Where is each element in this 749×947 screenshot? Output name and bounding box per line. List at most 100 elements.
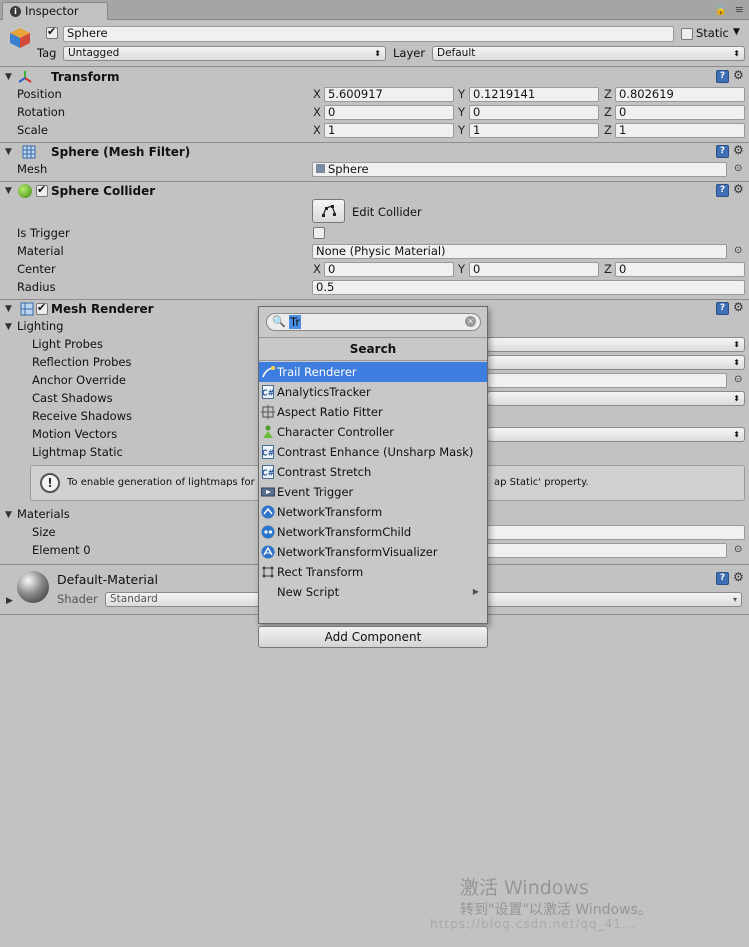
mesh-renderer-enabled-checkbox[interactable] xyxy=(36,301,48,315)
scale-y-field[interactable]: 1 xyxy=(469,123,599,138)
axis-y-label: Y xyxy=(458,123,466,137)
static-checkbox[interactable] xyxy=(681,28,693,40)
lock-icon[interactable]: 🔒 xyxy=(715,5,727,16)
list-item-character-controller[interactable]: Character Controller xyxy=(259,422,487,442)
item-label: Trail Renderer xyxy=(277,365,357,379)
motion-vectors-dropdown[interactable]: ⬍ xyxy=(487,427,745,442)
edit-collider-label: Edit Collider xyxy=(352,205,422,219)
list-item-aspect-ratio-fitter[interactable]: Aspect Ratio Fitter xyxy=(259,402,487,422)
mesh-field[interactable]: Sphere xyxy=(312,162,727,177)
position-x-field[interactable]: 5.600917 xyxy=(324,87,454,102)
physic-material-field[interactable]: None (Physic Material) xyxy=(312,244,727,259)
item-label: Contrast Stretch xyxy=(277,465,372,479)
updown-icon: ⬍ xyxy=(733,394,740,403)
title-bar: i Inspector 🔒 ≡ xyxy=(0,0,749,20)
light-probes-dropdown[interactable]: ⬍ xyxy=(487,337,745,352)
object-header: Sphere Static ▼ Tag Untagged ⬍ Layer Defa… xyxy=(0,21,749,67)
scale-x-field[interactable]: 1 xyxy=(324,123,454,138)
list-item-analytics-tracker[interactable]: C# AnalyticsTracker xyxy=(259,382,487,402)
sphere-collider-header[interactable]: ▼ Sphere Collider ? ⚙ xyxy=(0,182,749,201)
list-item-event-trigger[interactable]: Event Trigger xyxy=(259,482,487,502)
materials-label[interactable]: Materials xyxy=(17,507,70,521)
sphere-collider-title: Sphere Collider xyxy=(51,184,156,198)
menu-icon[interactable]: ≡ xyxy=(735,3,744,16)
fold-arrow-icon[interactable]: ▼ xyxy=(5,186,12,196)
object-name-field[interactable]: Sphere xyxy=(63,26,674,42)
list-item-network-transform[interactable]: NetworkTransform xyxy=(259,502,487,522)
info-text-left: To enable generation of lightmaps for t xyxy=(67,477,262,488)
static-dropdown-arrow-icon[interactable]: ▼ xyxy=(733,27,740,37)
list-item-rect-transform[interactable]: Rect Transform xyxy=(259,562,487,582)
gear-icon[interactable]: ⚙ xyxy=(733,143,744,157)
fold-arrow-icon[interactable]: ▼ xyxy=(5,304,12,314)
size-label: Size xyxy=(32,525,56,539)
help-icon[interactable]: ? xyxy=(716,145,729,158)
list-item-network-transform-visualizer[interactable]: NetworkTransformVisualizer xyxy=(259,542,487,562)
windows-activation-watermark: 激活 Windows xyxy=(460,877,589,899)
axis-y-label: Y xyxy=(458,262,466,276)
list-item-network-transform-child[interactable]: NetworkTransformChild xyxy=(259,522,487,542)
lighting-label[interactable]: Lighting xyxy=(17,319,63,333)
material-preview-sphere[interactable] xyxy=(17,571,49,603)
item-label: Contrast Enhance (Unsharp Mask) xyxy=(277,445,474,459)
add-component-button[interactable]: Add Component xyxy=(258,626,488,648)
dropdown-arrow-icon: ▾ xyxy=(732,595,737,604)
tab-inspector[interactable]: i Inspector xyxy=(2,2,108,20)
axis-y-label: Y xyxy=(458,87,466,101)
list-item-trail-renderer[interactable]: Trail Renderer xyxy=(259,362,487,382)
network-icon xyxy=(261,505,275,519)
is-trigger-checkbox[interactable] xyxy=(313,227,325,239)
center-x-field[interactable]: 0 xyxy=(324,262,454,277)
component-search-input[interactable]: 🔍 Tr ✕ xyxy=(266,313,481,331)
sphere-collider-enabled-checkbox[interactable] xyxy=(36,183,48,197)
object-picker-icon[interactable]: ⊙ xyxy=(734,374,742,385)
gear-icon[interactable]: ⚙ xyxy=(733,300,744,314)
object-picker-icon[interactable]: ⊙ xyxy=(734,163,742,174)
help-icon[interactable]: ? xyxy=(716,184,729,197)
item-label: NetworkTransform xyxy=(277,505,383,519)
reflection-probes-dropdown[interactable]: ⬍ xyxy=(487,355,745,370)
fold-arrow-icon[interactable]: ▼ xyxy=(5,72,12,82)
anchor-override-field[interactable] xyxy=(487,373,727,388)
fold-arrow-icon[interactable]: ▼ xyxy=(5,147,12,157)
position-z-field[interactable]: 0.802619 xyxy=(615,87,745,102)
scale-z-field[interactable]: 1 xyxy=(615,123,745,138)
gear-icon[interactable]: ⚙ xyxy=(733,570,744,584)
help-icon[interactable]: ? xyxy=(716,302,729,315)
material-fold-icon[interactable]: ▶ xyxy=(6,596,13,606)
lighting-fold-icon[interactable]: ▼ xyxy=(5,322,12,332)
light-probes-label: Light Probes xyxy=(32,337,103,351)
help-icon[interactable]: ? xyxy=(716,572,729,585)
updown-icon: ⬍ xyxy=(733,49,740,58)
edit-collider-button[interactable] xyxy=(312,199,345,223)
gear-icon[interactable]: ⚙ xyxy=(733,68,744,82)
mesh-filter-grid-icon xyxy=(22,145,36,159)
rotation-z-field[interactable]: 0 xyxy=(615,105,745,120)
active-checkbox[interactable] xyxy=(46,25,58,39)
tag-dropdown[interactable]: Untagged ⬍ xyxy=(63,46,386,61)
rotation-y-field[interactable]: 0 xyxy=(469,105,599,120)
list-item-contrast-stretch[interactable]: C# Contrast Stretch xyxy=(259,462,487,482)
clear-search-icon[interactable]: ✕ xyxy=(465,316,476,327)
mesh-filter-header[interactable]: ▼ Sphere (Mesh Filter) ? ⚙ xyxy=(0,143,749,162)
center-z-field[interactable]: 0 xyxy=(615,262,745,277)
layer-dropdown[interactable]: Default ⬍ xyxy=(432,46,745,61)
info-icon: i xyxy=(10,6,21,17)
radius-field[interactable]: 0.5 xyxy=(312,280,745,295)
object-picker-icon[interactable]: ⊙ xyxy=(734,245,742,256)
gear-icon[interactable]: ⚙ xyxy=(733,182,744,196)
cast-shadows-dropdown[interactable]: ⬍ xyxy=(487,391,745,406)
object-picker-icon[interactable]: ⊙ xyxy=(734,544,742,555)
position-y-field[interactable]: 0.1219141 xyxy=(469,87,599,102)
materials-size-field[interactable] xyxy=(487,525,745,540)
element0-field[interactable] xyxy=(487,543,727,558)
help-icon[interactable]: ? xyxy=(716,70,729,83)
info-exclamation-icon: ! xyxy=(40,473,60,493)
list-item-new-script[interactable]: New Script ▶ xyxy=(259,582,487,602)
script-icon: C# xyxy=(262,445,275,459)
transform-header[interactable]: ▼ Transform ? ⚙ xyxy=(0,68,749,87)
materials-fold-icon[interactable]: ▼ xyxy=(5,510,12,520)
rotation-x-field[interactable]: 0 xyxy=(324,105,454,120)
center-y-field[interactable]: 0 xyxy=(469,262,599,277)
list-item-contrast-enhance[interactable]: C# Contrast Enhance (Unsharp Mask) xyxy=(259,442,487,462)
